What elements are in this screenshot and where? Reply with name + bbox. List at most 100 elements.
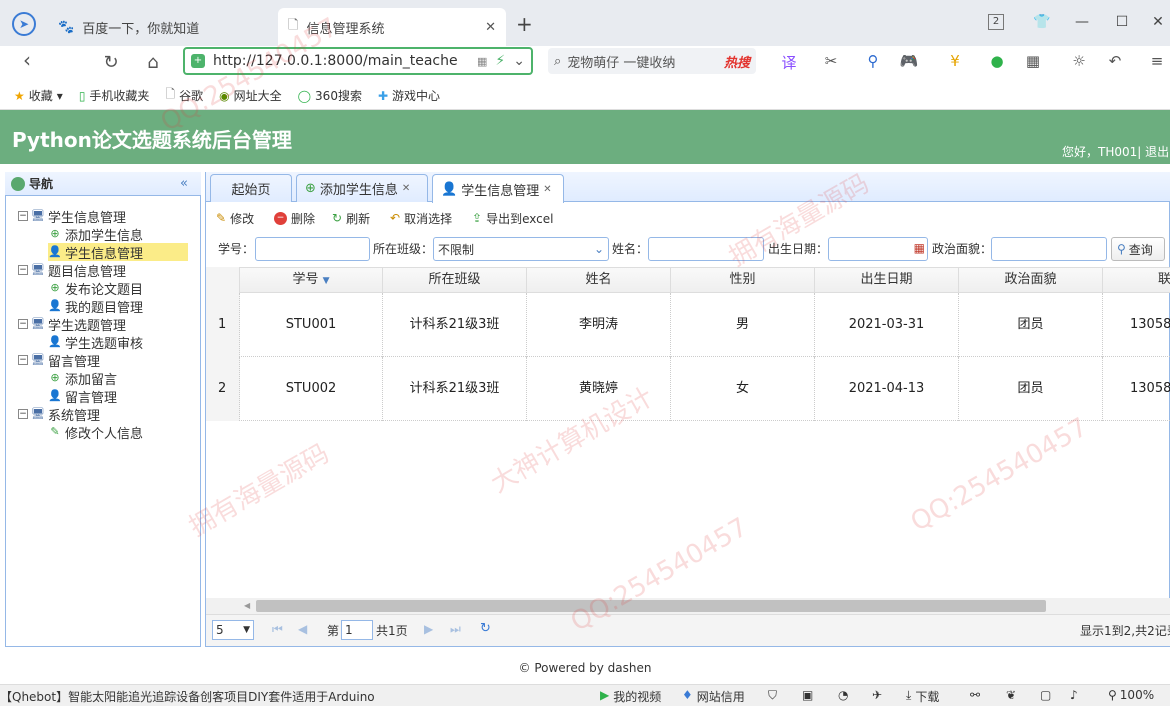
column-header-name[interactable]: 姓名 bbox=[527, 267, 671, 293]
browser-tab-active[interactable]: 🗋 信息管理系统 ✕ bbox=[278, 8, 506, 46]
translate-icon[interactable]: 译 bbox=[778, 52, 800, 72]
shield-icon[interactable]: ⛉ bbox=[768, 688, 777, 703]
download-button[interactable]: ⤓ 下载 bbox=[906, 688, 939, 705]
undo-icon[interactable]: ↶ bbox=[1104, 52, 1126, 72]
chevron-down-icon[interactable]: ⌄ bbox=[594, 242, 604, 256]
tree-item-my-topics[interactable]: 👤 我的题目管理 bbox=[48, 297, 143, 316]
last-page-icon[interactable]: ⏭ bbox=[450, 622, 461, 637]
window-icon[interactable]: ▢ bbox=[1040, 688, 1051, 702]
browser-tab-baidu[interactable]: 🐾 百度一下，你就知道 bbox=[48, 8, 276, 46]
table-row[interactable]: 2 STU002 计科系21级3班 黄晓婷 女 2021-04-13 团员 13… bbox=[206, 357, 1170, 421]
maximize-icon[interactable]: ☐ bbox=[1110, 10, 1134, 34]
bookmark-favorites[interactable]: ★ 收藏 ▾ bbox=[14, 87, 63, 104]
collapse-toggle-icon[interactable]: − bbox=[18, 265, 28, 275]
tree-folder-system[interactable]: − 🖥 系统管理 bbox=[18, 405, 100, 424]
tree-item-publish-topic[interactable]: ⊕ 发布论文题目 bbox=[48, 279, 143, 298]
back-icon[interactable]: ‹ bbox=[16, 48, 38, 72]
shirt-icon[interactable]: 👕 bbox=[1030, 10, 1054, 34]
prev-page-icon[interactable]: ◀ bbox=[298, 622, 307, 636]
scissors-icon[interactable]: ✂ bbox=[820, 52, 842, 72]
collapse-toggle-icon[interactable]: − bbox=[18, 319, 28, 329]
class-select[interactable]: 不限制 ⌄ bbox=[433, 237, 609, 261]
column-header-politics[interactable]: 政治面貌 bbox=[959, 267, 1103, 293]
collapse-toggle-icon[interactable]: − bbox=[18, 355, 28, 365]
tab-counter[interactable]: 2 bbox=[988, 14, 1004, 30]
tab-student-manage[interactable]: 👤 学生信息管理 ✕ bbox=[432, 174, 564, 203]
delete-button[interactable]: − 删除 bbox=[274, 208, 315, 228]
tree-folder-message[interactable]: − 🖥 留言管理 bbox=[18, 351, 100, 370]
student-no-input[interactable] bbox=[255, 237, 370, 261]
tree-item-message-manage[interactable]: 👤 留言管理 bbox=[48, 387, 117, 406]
rocket-icon[interactable]: ✈ bbox=[872, 688, 882, 702]
image-icon[interactable]: ▣ bbox=[802, 688, 813, 702]
browser-logo-icon[interactable]: ➤ bbox=[12, 12, 36, 36]
close-icon[interactable]: ✕ bbox=[485, 20, 496, 35]
zoom-control[interactable]: ⚲ 100% bbox=[1108, 688, 1154, 702]
collapse-icon[interactable]: « bbox=[180, 176, 188, 191]
column-header-gender[interactable]: 性别 bbox=[671, 267, 815, 293]
search-box[interactable]: ⌕ 宠物萌仔 一键收纳 热搜 bbox=[548, 48, 756, 74]
new-tab-icon[interactable]: + bbox=[516, 12, 533, 36]
name-input[interactable] bbox=[648, 237, 764, 261]
speaker-icon[interactable]: ♪ bbox=[1070, 688, 1078, 702]
query-button[interactable]: ⚲ 查询 bbox=[1111, 237, 1165, 261]
edit-button[interactable]: ✎ 修改 bbox=[216, 208, 254, 228]
column-header-student-no[interactable]: 学号 ▼ bbox=[240, 267, 383, 293]
bookmark-sites[interactable]: ◉ 网址大全 bbox=[219, 87, 282, 104]
window-close-icon[interactable]: ✕ bbox=[1146, 10, 1170, 34]
next-page-icon[interactable]: ▶ bbox=[424, 622, 433, 636]
export-excel-button[interactable]: ⇪ 导出到excel bbox=[472, 208, 553, 228]
address-bar[interactable]: + http://127.0.0.1:8000/main_teache ▦ ⚡ … bbox=[183, 47, 533, 75]
my-video-button[interactable]: ▶ 我的视频 bbox=[600, 688, 661, 705]
cancel-selection-button[interactable]: ↶ 取消选择 bbox=[390, 208, 452, 228]
birth-date-input[interactable]: ▦ bbox=[828, 237, 928, 261]
bookmark-mobile[interactable]: ▯ 手机收藏夹 bbox=[79, 87, 150, 104]
column-header-birth[interactable]: 出生日期 bbox=[815, 267, 959, 293]
site-credit-button[interactable]: ♦ 网站信用 bbox=[682, 688, 745, 705]
collapse-toggle-icon[interactable]: − bbox=[18, 211, 28, 221]
bookmark-360[interactable]: ◯ 360搜索 bbox=[298, 87, 362, 104]
leaf-icon[interactable]: ❦ bbox=[1006, 688, 1016, 702]
first-page-icon[interactable]: ⏮ bbox=[272, 622, 283, 637]
table-row[interactable]: 1 STU001 计科系21级3班 李明涛 男 2021-03-31 团员 13… bbox=[206, 293, 1170, 357]
reload-icon[interactable]: ↻ bbox=[100, 52, 122, 73]
magnifier-icon[interactable]: ⚲ bbox=[862, 52, 884, 72]
tree-folder-selection[interactable]: − 🖥 学生选题管理 bbox=[18, 315, 126, 334]
tree-item-add-student[interactable]: ⊕ 添加学生信息 bbox=[48, 225, 143, 244]
qr-icon[interactable]: ▦ bbox=[477, 55, 487, 68]
bookmark-games[interactable]: ✚ 游戏中心 bbox=[378, 87, 440, 104]
news-ticker[interactable]: 【Qhebot】智能太阳能追光追踪设备创客项目DIY套件适用于Arduino bbox=[0, 688, 375, 705]
minimize-icon[interactable]: — bbox=[1070, 10, 1094, 34]
tree-item-selection-review[interactable]: 👤 学生选题审核 bbox=[48, 333, 143, 352]
column-header-contact[interactable]: 联系 bbox=[1103, 267, 1170, 293]
user-info-logout[interactable]: 您好，TH001| 退出 bbox=[1062, 143, 1169, 160]
scrollbar-thumb[interactable] bbox=[256, 600, 1046, 612]
calendar-icon[interactable]: ▦ bbox=[914, 241, 925, 255]
tree-folder-student[interactable]: − 🖥 学生信息管理 bbox=[18, 207, 126, 226]
tab-home[interactable]: 起始页 bbox=[210, 174, 292, 202]
politics-input[interactable] bbox=[991, 237, 1107, 261]
close-icon[interactable]: ✕ bbox=[402, 183, 410, 194]
green-circle-icon[interactable]: ● bbox=[986, 52, 1008, 72]
home-icon[interactable]: ⌂ bbox=[142, 52, 164, 73]
refresh-button[interactable]: ↻ 刷新 bbox=[332, 208, 370, 228]
scroll-left-icon[interactable]: ◀ bbox=[244, 601, 250, 610]
column-header-class[interactable]: 所在班级 bbox=[383, 267, 527, 293]
collapse-toggle-icon[interactable]: − bbox=[18, 409, 28, 419]
chevron-down-icon[interactable]: ⌄ bbox=[513, 53, 525, 69]
link-icon[interactable]: ⚯ bbox=[970, 688, 980, 702]
tree-item-student-manage[interactable]: 👤 学生信息管理 bbox=[48, 243, 188, 262]
refresh-icon[interactable]: ↻ bbox=[480, 621, 491, 636]
close-icon[interactable]: ✕ bbox=[543, 184, 551, 195]
search-text[interactable]: 宠物萌仔 一键收纳 bbox=[567, 52, 718, 71]
coin-icon[interactable]: ¥ bbox=[944, 52, 966, 72]
tab-add-student[interactable]: ⊕ 添加学生信息 ✕ bbox=[296, 174, 428, 202]
hot-search-label[interactable]: 热搜 bbox=[724, 52, 750, 71]
menu-icon[interactable]: ≡ bbox=[1146, 52, 1168, 72]
apps-icon[interactable]: ▦ bbox=[1022, 52, 1044, 72]
bookmark-google[interactable]: 🗋 谷歌 bbox=[165, 85, 203, 106]
theme-icon[interactable]: ☼ bbox=[1068, 52, 1090, 72]
url-text[interactable]: http://127.0.0.1:8000/main_teache bbox=[213, 53, 469, 69]
lightning-icon[interactable]: ⚡ bbox=[495, 53, 505, 69]
page-number-input[interactable]: 1 bbox=[341, 620, 373, 640]
